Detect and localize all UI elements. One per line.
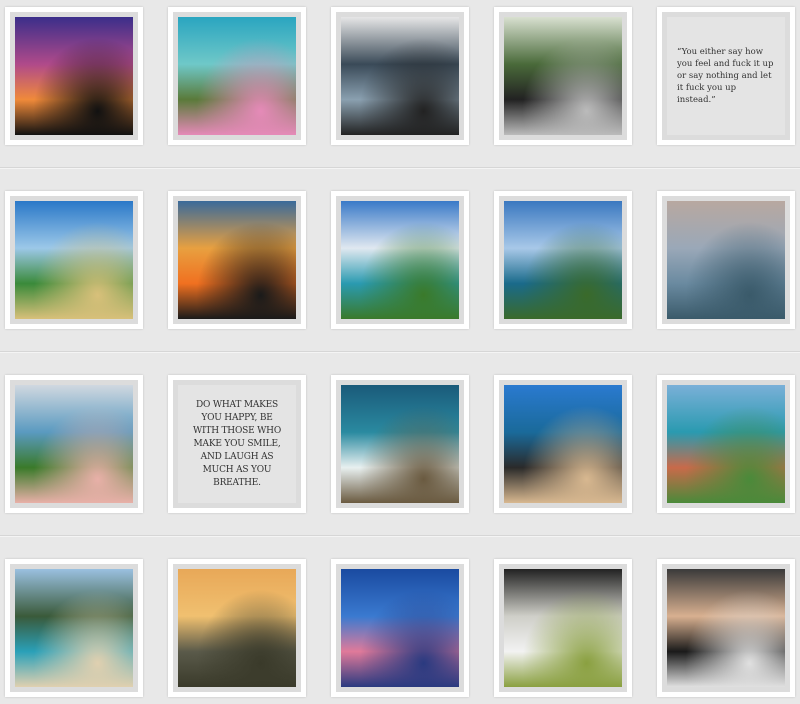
- photo-tile[interactable]: [331, 191, 469, 329]
- photo-tile[interactable]: [5, 375, 143, 513]
- photo-frame: Do what makes you happy, be with those w…: [173, 380, 301, 508]
- photo-frame: [336, 12, 464, 140]
- photo-image: [341, 569, 459, 687]
- photo-frame: [662, 380, 790, 508]
- photo-frame: [499, 12, 627, 140]
- quote-image: Do what makes you happy, be with those w…: [178, 385, 296, 503]
- row-divider: [0, 535, 800, 537]
- photo-image: [341, 201, 459, 319]
- photo-frame: [173, 12, 301, 140]
- photo-frame: [173, 564, 301, 692]
- photo-frame: “You either say how you feel and fuck it…: [662, 12, 790, 140]
- photo-tile[interactable]: [168, 7, 306, 145]
- photo-image: [504, 569, 622, 687]
- photo-image: [504, 17, 622, 135]
- photo-tile[interactable]: [5, 559, 143, 697]
- photo-frame: [10, 196, 138, 324]
- photo-image: [341, 17, 459, 135]
- photo-frame: [10, 380, 138, 508]
- photo-tile[interactable]: [494, 375, 632, 513]
- photo-frame: [662, 196, 790, 324]
- photo-frame: [499, 564, 627, 692]
- photo-image: [504, 385, 622, 503]
- photo-tile[interactable]: [494, 191, 632, 329]
- photo-tile[interactable]: [331, 375, 469, 513]
- photo-image: [178, 569, 296, 687]
- photo-tile[interactable]: [494, 559, 632, 697]
- photo-frame: [10, 12, 138, 140]
- photo-tile[interactable]: [5, 7, 143, 145]
- quote-tile[interactable]: “You either say how you feel and fuck it…: [657, 7, 795, 145]
- photo-image: [15, 569, 133, 687]
- row-divider: [0, 351, 800, 353]
- photo-tile[interactable]: [5, 191, 143, 329]
- photo-image: [341, 385, 459, 503]
- quote-tile[interactable]: Do what makes you happy, be with those w…: [168, 375, 306, 513]
- photo-frame: [499, 380, 627, 508]
- photo-image: [667, 569, 785, 687]
- photo-image: [15, 17, 133, 135]
- quote-text: Do what makes you happy, be with those w…: [192, 399, 282, 488]
- photo-tile[interactable]: [168, 559, 306, 697]
- photo-frame: [662, 564, 790, 692]
- quote-image: “You either say how you feel and fuck it…: [667, 17, 785, 135]
- photo-frame: [173, 196, 301, 324]
- photo-image: [667, 201, 785, 319]
- row-divider: [0, 167, 800, 169]
- photo-frame: [499, 196, 627, 324]
- photo-image: [504, 201, 622, 319]
- photo-tile[interactable]: [331, 7, 469, 145]
- photo-image: [15, 385, 133, 503]
- photo-frame: [336, 380, 464, 508]
- photo-frame: [336, 196, 464, 324]
- photo-tile[interactable]: [331, 559, 469, 697]
- photo-image: [178, 17, 296, 135]
- quote-text: “You either say how you feel and fuck it…: [677, 47, 774, 105]
- photo-image: [178, 201, 296, 319]
- photo-image: [15, 201, 133, 319]
- photo-tile[interactable]: [657, 375, 795, 513]
- photo-image: [667, 385, 785, 503]
- photo-tile[interactable]: [657, 191, 795, 329]
- photo-tile[interactable]: [168, 191, 306, 329]
- photo-frame: [336, 564, 464, 692]
- photo-tile[interactable]: [657, 559, 795, 697]
- photo-tile[interactable]: [494, 7, 632, 145]
- photo-frame: [10, 564, 138, 692]
